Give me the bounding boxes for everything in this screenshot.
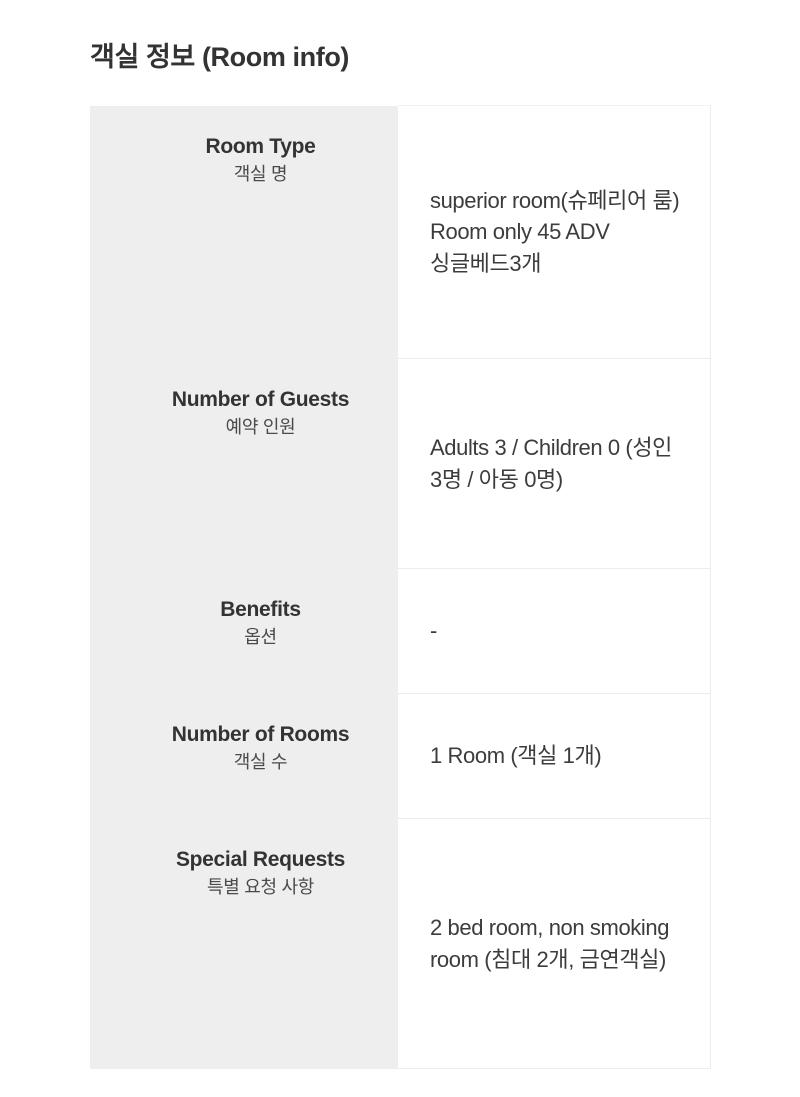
row-label-cell-room-type: Room Type 객실 명 xyxy=(90,105,398,359)
room-info-table: Room Type 객실 명 superior room(슈페리어 룸) Roo… xyxy=(90,105,711,1069)
row-value-cell-special-requests: 2 bed room, non smoking room (침대 2개, 금연객… xyxy=(398,818,711,1069)
row-value: 2 bed room, non smoking room (침대 2개, 금연객… xyxy=(430,915,670,972)
table-row: Room Type 객실 명 superior room(슈페리어 룸) Roo… xyxy=(90,105,711,359)
row-label-cell-benefits: Benefits 옵션 xyxy=(90,568,398,694)
row-label-ko: 특별 요청 사항 xyxy=(207,877,314,898)
table-row: Number of Guests 예약 인원 Adults 3 / Childr… xyxy=(90,358,711,569)
row-label-ko: 옵션 xyxy=(244,627,277,648)
row-value: - xyxy=(430,618,437,644)
row-label-cell-number-of-rooms: Number of Rooms 객실 수 xyxy=(90,693,398,819)
row-label-en: Number of Rooms xyxy=(171,722,350,746)
table-row: Benefits 옵션 - xyxy=(90,568,711,694)
row-value-cell-benefits: - xyxy=(398,568,711,694)
room-info-page: 객실 정보 (Room info) Room Type 객실 명 superio… xyxy=(0,0,800,1097)
row-label-ko: 예약 인원 xyxy=(225,417,296,438)
row-label-cell-number-of-guests: Number of Guests 예약 인원 xyxy=(90,358,398,569)
row-value: 1 Room (객실 1개) xyxy=(430,743,602,769)
row-value-cell-number-of-rooms: 1 Room (객실 1개) xyxy=(398,693,711,819)
row-value: superior room(슈페리어 룸) Room only 45 ADV 싱… xyxy=(430,188,680,276)
page-title: 객실 정보 (Room info) xyxy=(90,42,350,73)
table-row: Number of Rooms 객실 수 1 Room (객실 1개) xyxy=(90,693,711,819)
row-label-ko: 객실 수 xyxy=(233,752,288,773)
row-value: Adults 3 / Children 0 (성인 3명 / 아동 0명) xyxy=(430,435,673,492)
row-label-en: Room Type xyxy=(205,134,316,158)
row-label-en: Special Requests xyxy=(175,847,346,871)
row-label-en: Number of Guests xyxy=(171,387,350,411)
row-label-cell-special-requests: Special Requests 특별 요청 사항 xyxy=(90,818,398,1069)
row-value-cell-room-type: superior room(슈페리어 룸) Room only 45 ADV 싱… xyxy=(398,105,711,359)
table-row: Special Requests 특별 요청 사항 2 bed room, no… xyxy=(90,818,711,1069)
row-label-en: Benefits xyxy=(220,597,301,621)
row-label-ko: 객실 명 xyxy=(233,164,288,185)
row-value-cell-number-of-guests: Adults 3 / Children 0 (성인 3명 / 아동 0명) xyxy=(398,358,711,569)
room-info-table-body: Room Type 객실 명 superior room(슈페리어 룸) Roo… xyxy=(90,105,711,1069)
